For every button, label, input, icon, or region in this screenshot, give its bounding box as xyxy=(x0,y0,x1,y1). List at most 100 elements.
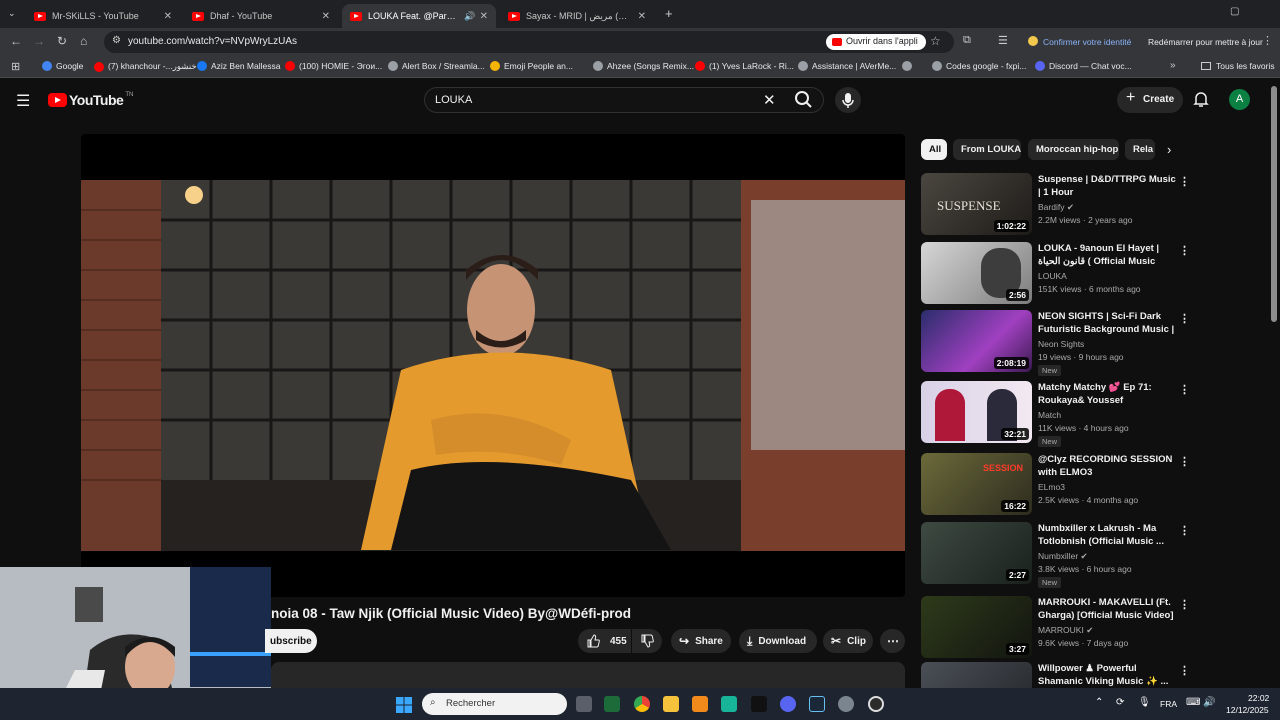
extensions-icon[interactable]: ⧉ xyxy=(963,34,971,47)
obs-icon[interactable] xyxy=(868,696,884,712)
dislike-button[interactable] xyxy=(632,629,662,653)
bookmark-item[interactable]: Google xyxy=(42,61,83,71)
chevron-right-icon[interactable]: › xyxy=(1167,142,1171,157)
recommendation-item[interactable]: SESSION 16:22 @Clyz RECORDING SESSION wi… xyxy=(921,453,1190,517)
more-bookmarks-icon[interactable]: » xyxy=(1170,60,1176,71)
close-tab-icon[interactable]: ✕ xyxy=(322,11,330,22)
reload-icon[interactable]: ↻ xyxy=(57,34,67,48)
create-button[interactable]: + Create xyxy=(1117,87,1183,113)
channel-name[interactable]: Numbxiller ✔ xyxy=(1038,551,1088,562)
chip-all[interactable]: All xyxy=(921,139,947,160)
recommendation-title[interactable]: @Clyz RECORDING SESSION with ELMO3 xyxy=(1038,453,1176,479)
network-icon[interactable]: ⌨ xyxy=(1186,697,1200,708)
search-input[interactable]: LOUKA ✕ xyxy=(424,87,824,113)
channel-name[interactable]: LOUKA xyxy=(1038,271,1067,281)
recommendation-title[interactable]: Willpower ♟ Powerful Shamanic Viking Mus… xyxy=(1038,662,1176,688)
recommendation-title[interactable]: Suspense | D&D/TTRPG Music | 1 Hour xyxy=(1038,173,1176,199)
recommendation-title[interactable]: Matchy Matchy 💕 Ep 71: Roukaya& Youssef xyxy=(1038,381,1176,407)
video-player[interactable] xyxy=(81,134,905,597)
more-options-icon[interactable]: ⋮ xyxy=(1179,244,1190,257)
language-indicator[interactable]: FRA xyxy=(1160,699,1177,709)
all-bookmarks-folder[interactable]: Tous les favoris xyxy=(1201,61,1275,71)
capcut-icon[interactable] xyxy=(751,696,767,712)
browser-tab[interactable]: Dhaf - YouTube ✕ xyxy=(184,4,338,28)
hamburger-menu-icon[interactable]: ☰ xyxy=(16,91,30,111)
windows-start-icon[interactable] xyxy=(396,697,412,713)
url-text[interactable]: youtube.com/watch?v=NVpWryLzUAs xyxy=(128,36,297,47)
browser-tab-active[interactable]: LOUKA Feat. @Paranoia_08 🔊 ✕ xyxy=(342,4,496,28)
recommendation-item[interactable]: 2:56 LOUKA - 9anoun El Hayet | قانون الح… xyxy=(921,242,1190,306)
more-options-icon[interactable]: ⋮ xyxy=(1179,175,1190,188)
like-button[interactable]: 455 xyxy=(578,629,631,653)
open-in-app-button[interactable]: Ouvrir dans l'appli xyxy=(826,34,926,50)
chip-related[interactable]: Rela xyxy=(1125,139,1155,160)
clear-search-icon[interactable]: ✕ xyxy=(763,91,776,109)
bookmark-item[interactable]: Discord — Chat voc... xyxy=(1035,61,1132,71)
bookmark-item[interactable]: Assistance | AVerMe... xyxy=(798,61,896,71)
channel-name[interactable]: Neon Sights xyxy=(1038,339,1084,349)
video-thumbnail[interactable]: 2:27 xyxy=(921,522,1032,584)
recommendation-item[interactable]: SUSPENSE 1:02:22 Suspense | D&D/TTRPG Mu… xyxy=(921,173,1190,237)
notifications-bell-icon[interactable] xyxy=(1192,90,1210,108)
vlc-icon[interactable] xyxy=(692,696,708,712)
recommendation-item[interactable]: 3:27 MARROUKI - MAKAVELLI (Ft. Gharga) [… xyxy=(921,596,1190,660)
more-options-icon[interactable]: ⋮ xyxy=(1179,455,1190,468)
bookmark-item[interactable]: Emoji People an... xyxy=(490,61,573,71)
video-thumbnail[interactable]: 2:56 xyxy=(921,242,1032,304)
video-thumbnail[interactable] xyxy=(921,662,1032,688)
subscribe-button[interactable]: ubscribe xyxy=(265,629,317,653)
download-button[interactable]: ⤓ Download xyxy=(739,629,817,653)
more-options-icon[interactable]: ⋮ xyxy=(1179,598,1190,611)
more-options-icon[interactable]: ⋮ xyxy=(1179,664,1186,677)
recommendation-item[interactable]: 32:21 Matchy Matchy 💕 Ep 71: Roukaya& Yo… xyxy=(921,381,1190,447)
stock-app-icon[interactable] xyxy=(604,696,620,712)
recommendation-title[interactable]: NEON SIGHTS | Sci-Fi Dark Futuristic Bac… xyxy=(1038,310,1176,337)
clock-date[interactable]: 12/12/2025 xyxy=(1226,705,1269,715)
browser-tab[interactable]: Sayax - MRID | مريض (Official ✕ xyxy=(500,4,654,28)
bookmark-item[interactable]: (100) HOMIE - Эгои... xyxy=(285,61,382,71)
page-scrollbar[interactable] xyxy=(1271,86,1277,322)
channel-name[interactable]: Bardify ✔ xyxy=(1038,202,1074,213)
recommendation-item[interactable]: Willpower ♟ Powerful Shamanic Viking Mus… xyxy=(921,662,1186,688)
tray-sync-icon[interactable]: ⟳ xyxy=(1116,697,1124,708)
youtube-logo[interactable]: YouTube TN xyxy=(48,92,133,108)
voice-search-icon[interactable] xyxy=(835,87,861,113)
taskbar-search-input[interactable]: ⌕ Rechercher xyxy=(422,693,567,715)
tray-overflow-icon[interactable]: ⌃ xyxy=(1095,697,1103,708)
search-icon[interactable] xyxy=(793,90,815,110)
audio-playing-icon[interactable]: 🔊 xyxy=(464,11,475,22)
close-tab-icon[interactable]: ✕ xyxy=(638,11,646,22)
home-icon[interactable]: ⌂ xyxy=(80,34,87,48)
browser-tab[interactable]: Mr-SKiLLS - YouTube ✕ xyxy=(26,4,180,28)
bookmark-item[interactable]: Alert Box / Streamla... xyxy=(388,61,485,71)
apps-grid-icon[interactable]: ⊞ xyxy=(11,60,20,73)
more-actions-button[interactable]: ⋯ xyxy=(880,629,905,653)
recommendation-title[interactable]: MARROUKI - MAKAVELLI (Ft. Gharga) [Offic… xyxy=(1038,596,1176,623)
bookmark-item[interactable]: Codes google - fxpi... xyxy=(932,61,1026,71)
more-options-icon[interactable]: ⋮ xyxy=(1179,312,1190,325)
bookmark-item[interactable]: Aziz Ben Mallessa xyxy=(197,61,280,71)
volume-icon[interactable]: 🔊 xyxy=(1203,697,1215,708)
share-button[interactable]: ↪ Share xyxy=(671,629,731,653)
site-info-icon[interactable]: ⚙ xyxy=(112,35,121,46)
restart-to-update-button[interactable]: Redémarrer pour mettre à jour xyxy=(1148,37,1263,47)
search-query[interactable]: LOUKA xyxy=(435,94,472,106)
recommendation-item[interactable]: 2:08:19 NEON SIGHTS | Sci-Fi Dark Futuri… xyxy=(921,310,1190,376)
file-explorer-icon[interactable] xyxy=(663,696,679,712)
chrome-icon[interactable] xyxy=(634,696,650,712)
video-thumbnail[interactable]: 32:21 xyxy=(921,381,1032,443)
steam-icon[interactable] xyxy=(809,696,825,712)
clip-button[interactable]: ✂ Clip xyxy=(823,629,873,653)
avatar[interactable]: A xyxy=(1229,89,1250,110)
recommendation-title[interactable]: LOUKA - 9anoun El Hayet | قانون الحياة (… xyxy=(1038,242,1176,269)
video-thumbnail[interactable]: 3:27 xyxy=(921,596,1032,658)
bookmark-star-icon[interactable]: ☆ xyxy=(930,34,941,48)
settings-icon[interactable] xyxy=(838,696,854,712)
reading-list-icon[interactable]: ☰ xyxy=(998,34,1008,47)
channel-name[interactable]: ELmo3 xyxy=(1038,482,1065,492)
task-view-icon[interactable] xyxy=(576,696,592,712)
bookmark-item[interactable] xyxy=(902,61,916,71)
bookmark-item[interactable]: Ahzee (Songs Remix... xyxy=(593,61,694,71)
video-thumbnail[interactable]: SUSPENSE 1:02:22 xyxy=(921,173,1032,235)
video-frame[interactable] xyxy=(81,180,905,551)
